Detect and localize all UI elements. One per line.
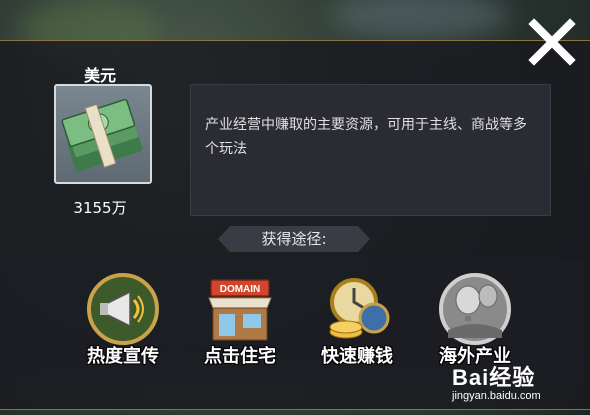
close-icon <box>528 18 576 66</box>
watermark-text: Bai经验 <box>452 365 536 390</box>
item-description-box: 产业经营中赚取的主要资源，可用于主线、商战等多个玩法 <box>190 84 551 216</box>
watermark-url: jingyan.baidu.com <box>452 390 541 402</box>
domain-sign-text: DOMAIN <box>220 284 261 295</box>
sources-header: 获得途径: <box>218 226 370 252</box>
item-description: 产业经营中赚取的主要资源，可用于主线、商战等多个玩法 <box>205 117 527 157</box>
background-building <box>330 0 510 40</box>
source-button-quick-money[interactable]: 快速赚钱 <box>302 272 412 372</box>
baidu-watermark: Bai经验 jingyan.baidu.com <box>452 360 588 408</box>
source-label: 快速赚钱 <box>321 346 393 367</box>
item-amount: 3155万 <box>73 199 127 217</box>
hot-air-balloon-icon <box>439 273 511 345</box>
item-name: 美元 <box>83 66 116 85</box>
clock-coins-icon <box>329 278 390 339</box>
source-button-residence[interactable]: DOMAIN 点击住宅 <box>185 272 295 372</box>
megaphone-icon <box>87 273 159 345</box>
source-button-overseas[interactable]: 海外产业 <box>420 272 530 372</box>
source-button-promotion[interactable]: 热度宣传 <box>68 272 178 372</box>
close-button[interactable] <box>524 12 580 68</box>
money-stack-icon <box>54 84 152 184</box>
domain-shop-icon: DOMAIN <box>208 279 272 341</box>
source-label: 热度宣传 <box>87 346 159 367</box>
source-label: 点击住宅 <box>204 346 276 367</box>
